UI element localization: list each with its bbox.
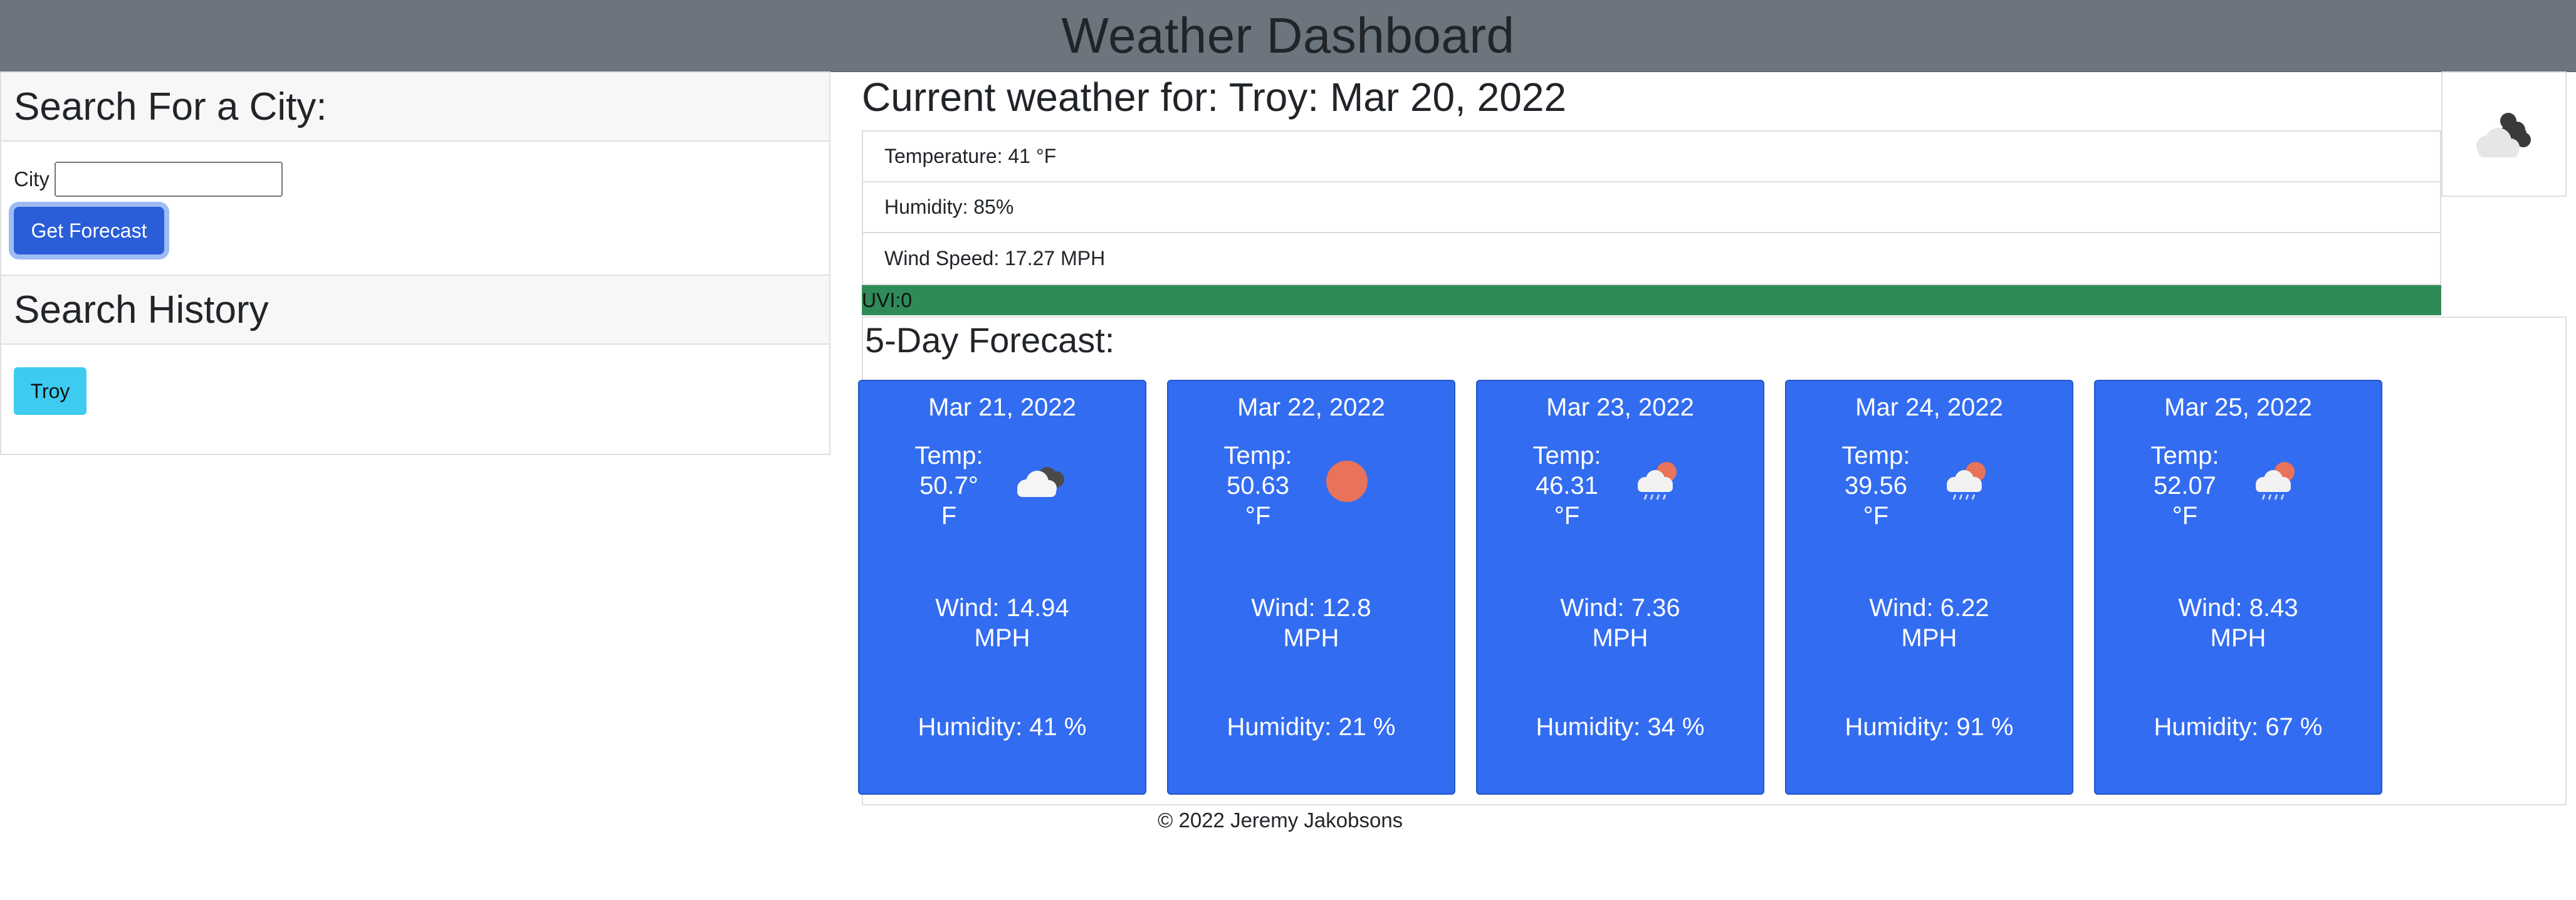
footer-copyright: © 2022 Jeremy Jakobsons: [1158, 808, 1403, 832]
wind-unit: MPH: [1901, 624, 1957, 652]
city-input[interactable]: [54, 162, 283, 197]
forecast-date: Mar 23, 2022: [1546, 394, 1694, 421]
forecast-date: Mar 22, 2022: [1237, 394, 1385, 421]
forecast-temp: Temp: 50.7° F: [909, 441, 988, 531]
temp-label: Temp:: [1223, 442, 1292, 469]
forecast-wind: Wind: 14.94 MPH: [859, 593, 1145, 653]
cloudy-night-icon: [2476, 113, 2531, 157]
wind-unit: MPH: [1283, 624, 1339, 652]
forecast-card: Mar 24, 2022 Temp: 39.56 °F Wind: 6.22 M…: [1785, 380, 2073, 795]
forecast-date: Mar 21, 2022: [928, 394, 1076, 421]
page-title: Weather Dashboard: [1061, 8, 1515, 63]
wind-value: Wind: 14.94: [935, 594, 1069, 622]
rain-icon: [1947, 462, 1986, 500]
history-heading: Search History: [14, 288, 269, 332]
page-header: Weather Dashboard: [0, 0, 2576, 72]
forecast-card: Mar 21, 2022 Temp: 50.7° F Wind: 14.94 M…: [858, 380, 1146, 795]
forecast-wind: Wind: 12.8 MPH: [1168, 593, 1454, 653]
forecast-date: Mar 24, 2022: [1855, 394, 2003, 421]
wind-unit: MPH: [2210, 624, 2266, 652]
forecast-wind: Wind: 8.43 MPH: [2095, 593, 2381, 653]
history-panel: Search History Troy: [0, 275, 830, 455]
temp-label: Temp:: [2150, 442, 2219, 469]
current-weather-title: Current weather for: Troy: Mar 20, 2022: [862, 75, 1567, 120]
history-panel-header: Search History: [1, 276, 829, 345]
cloudy-icon: [1017, 467, 1064, 497]
city-label: City: [14, 167, 50, 191]
temp-unit: °F: [1554, 502, 1580, 530]
forecast-wind: Wind: 6.22 MPH: [1786, 593, 2072, 653]
search-panel: Search For a City: City Get Forecast: [0, 71, 830, 276]
temp-value: 50.7°: [919, 472, 978, 500]
forecast-wind: Wind: 7.36 MPH: [1477, 593, 1763, 653]
forecast-humidity: Humidity: 41 %: [918, 713, 1087, 741]
temp-label: Temp:: [914, 442, 983, 469]
forecast-humidity: Humidity: 34 %: [1536, 713, 1705, 741]
temp-value: 52.07: [2153, 472, 2217, 500]
forecast-humidity: Humidity: 91 %: [1845, 713, 2014, 741]
temp-value: 50.63: [1226, 472, 1290, 500]
forecast-card: Mar 25, 2022 Temp: 52.07 °F Wind: 8.43 M…: [2094, 380, 2382, 795]
current-humidity: Humidity: 85%: [863, 182, 2440, 233]
forecast-date: Mar 25, 2022: [2164, 394, 2312, 421]
temp-value: 46.31: [1535, 472, 1599, 500]
temp-unit: °F: [1245, 502, 1271, 530]
temp-label: Temp:: [1841, 442, 1910, 469]
current-weather-list: Temperature: 41 °F Humidity: 85% Wind Sp…: [862, 130, 2441, 285]
wind-unit: MPH: [1592, 624, 1648, 652]
rain-icon: [2256, 462, 2295, 500]
forecast-card: Mar 23, 2022 Temp: 46.31 °F Wind: 7.36 M…: [1476, 380, 1764, 795]
temp-label: Temp:: [1532, 442, 1601, 469]
wind-value: Wind: 12.8: [1251, 594, 1371, 622]
forecast-humidity: Humidity: 67 %: [2154, 713, 2323, 741]
current-temperature: Temperature: 41 °F: [863, 132, 2440, 182]
forecast-temp: Temp: 52.07 °F: [2145, 441, 2224, 531]
current-weather-icon-box: [2441, 71, 2567, 197]
temp-unit: °F: [1863, 502, 1889, 530]
temp-value: 39.56: [1844, 472, 1908, 500]
search-heading: Search For a City:: [14, 85, 327, 128]
city-row: City: [14, 162, 283, 197]
uvi-indicator: UVI:0: [862, 285, 2441, 315]
current-wind-speed: Wind Speed: 17.27 MPH: [884, 247, 1106, 269]
get-forecast-button[interactable]: Get Forecast: [14, 207, 164, 254]
wind-unit: MPH: [974, 624, 1030, 652]
forecast-humidity: Humidity: 21 %: [1227, 713, 1396, 741]
wind-value: Wind: 6.22: [1869, 594, 1989, 622]
rain-icon: [1638, 462, 1677, 500]
forecast-card: Mar 22, 2022 Temp: 50.63 °F Wind: 12.8 M…: [1167, 380, 1455, 795]
wind-value: Wind: 7.36: [1560, 594, 1680, 622]
forecast-heading: 5-Day Forecast:: [865, 320, 1115, 360]
wind-value: Wind: 8.43: [2178, 594, 2298, 622]
forecast-temp: Temp: 46.31 °F: [1527, 441, 1606, 531]
search-panel-header: Search For a City:: [1, 73, 829, 142]
temp-unit: F: [941, 502, 957, 530]
forecast-temp: Temp: 50.63 °F: [1218, 441, 1297, 531]
history-item-troy[interactable]: Troy: [14, 367, 86, 415]
forecast-temp: Temp: 39.56 °F: [1836, 441, 1915, 531]
temp-unit: °F: [2172, 502, 2198, 530]
sun-icon: [1326, 461, 1368, 502]
